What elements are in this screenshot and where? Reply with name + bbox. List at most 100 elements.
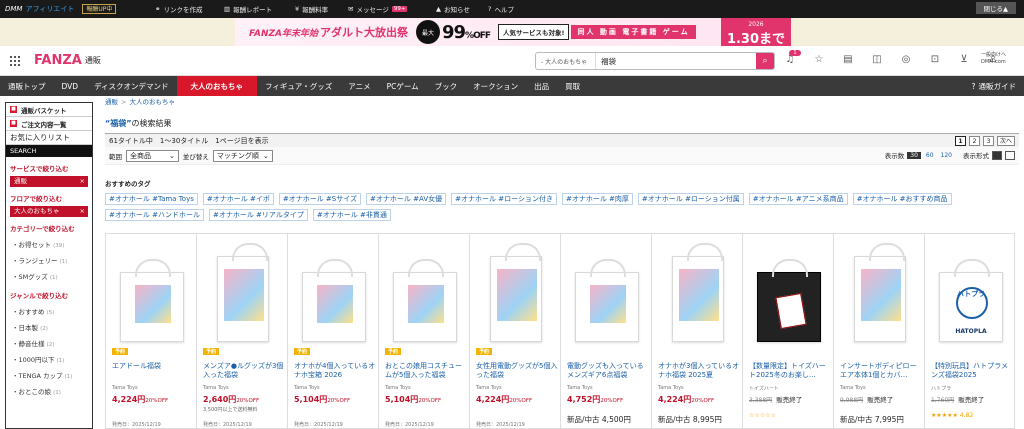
tag-link[interactable]: #オナホール #AV女優 (366, 193, 447, 205)
cart-icon[interactable]: ⊻ (958, 54, 970, 65)
product-title[interactable]: オナホが3個入っているオナホ福袋 2025夏 (658, 362, 740, 381)
tag-link[interactable]: #オナホール #リアルタイプ (208, 209, 308, 221)
help-button[interactable]: ? ヘルプ (488, 4, 514, 14)
product-maker[interactable]: Tama Toys (385, 385, 411, 391)
nav-item-2[interactable]: ディスクオンデマンド (86, 76, 176, 96)
product-card[interactable]: 予約 オナホが4個入っているオナホ宝箱 2026 Tama Toys 5,104円20… (287, 233, 378, 429)
create-link-button[interactable]: ⚭ リンクを作成 (155, 4, 202, 14)
product-card[interactable]: 【数量限定】トイズハート2025冬のお楽し… トイズハート 3,388円 販売終了 ☆☆… (742, 233, 833, 429)
product-title[interactable]: メンズア●ルグッズが3個入った福袋 (203, 362, 285, 381)
product-card[interactable]: インサートボディピローエア本体1個とカバ… Tama Toys 9,988円 販売終了… (833, 233, 924, 429)
product-image[interactable] (480, 242, 552, 342)
product-image[interactable] (389, 242, 461, 342)
nav-item-7[interactable]: ブック (427, 76, 466, 96)
tag-link[interactable]: #オナホール #ローション付属 (637, 193, 744, 205)
product-maker[interactable]: Tama Toys (567, 385, 593, 391)
genre-filter-item[interactable]: ・1000円以下 (1) (6, 351, 92, 367)
report-button[interactable]: ▥ 報酬レポート (224, 4, 272, 14)
tag-link[interactable]: #オナホール #非貫通 (312, 209, 391, 221)
product-title[interactable]: 【数量限定】トイズハート2025冬のお楽し… (749, 362, 831, 381)
close-toolbar-button[interactable]: 閉じる▲ (975, 2, 1016, 14)
product-image[interactable] (753, 242, 825, 342)
per-page-60[interactable]: 60 (924, 152, 936, 159)
order-history-link[interactable]: ■ ご注文内容一覧 (6, 117, 92, 131)
tag-link[interactable]: #オナホール #ローション付き (451, 193, 557, 205)
product-title[interactable]: エアドール福袋 (112, 362, 194, 381)
rankup-badge[interactable]: 報酬UP中 (82, 4, 117, 14)
product-card[interactable]: 電動グッズも入っているメンズギア6点福袋 Tama Toys 4,752円20%OF… (560, 233, 651, 429)
product-maker[interactable]: Tama Toys (203, 385, 229, 391)
product-maker[interactable]: トイズハート (749, 385, 779, 392)
product-card[interactable]: 予約 エアドール福袋 Tama Toys 4,224円20%OFF 発売日：2025/1… (105, 233, 196, 429)
floor-filter-selected[interactable]: 大人のおもちゃ × (10, 206, 88, 217)
service-filter-selected[interactable]: 通販 × (10, 176, 88, 187)
nav-item-8[interactable]: オークション (465, 76, 526, 96)
tag-link[interactable]: #オナホール #おすすめ商品 (852, 193, 952, 205)
category-filter-item[interactable]: ・SMグッズ (1) (6, 268, 92, 284)
bell-icon[interactable]: ♫ 1 (784, 50, 801, 65)
product-card[interactable]: 予約 メンズア●ルグッズが3個入った福袋 Tama Toys 2,640円20%OFF… (196, 233, 287, 429)
tag-link[interactable]: #オナホール #ハンドホール (105, 209, 204, 221)
product-title[interactable]: 女性用電動グッズが5個入った福袋 (476, 362, 558, 381)
list-view-icon[interactable] (1005, 150, 1015, 160)
sort-select[interactable]: マッチング順 ⌄ (212, 149, 273, 162)
search-button[interactable]: ⌕ (756, 53, 774, 69)
product-maker[interactable]: Tama Toys (658, 385, 684, 391)
product-card[interactable]: ハトプラ HATOPLA 【特別玩具】ハトプラメンズ福袋2025 ハトプラ 1,760円… (924, 233, 1015, 429)
page-2[interactable]: 2 (968, 136, 980, 146)
favorites-link[interactable]: お気に入りリスト (6, 131, 92, 145)
product-title[interactable]: 【特別玩具】ハトプラメンズ福袋2025 (931, 362, 1013, 381)
message-button[interactable]: ✉ メッセージ 99+ (348, 4, 408, 14)
nav-item-0[interactable]: 通販トップ (0, 76, 54, 96)
nav-item-6[interactable]: PCゲーム (379, 76, 427, 96)
close-icon[interactable]: × (80, 206, 85, 217)
notice-button[interactable]: ▲ お知らせ (436, 4, 470, 14)
product-maker[interactable]: Tama Toys (476, 385, 502, 391)
search-input[interactable]: 福袋 (596, 56, 756, 67)
search-category-select[interactable]: - 大人のおもちゃ (536, 53, 596, 69)
product-maker[interactable]: Tama Toys (294, 385, 320, 391)
account-switch[interactable]: 一般向けへ DMM.com (981, 52, 1016, 66)
product-image[interactable]: ハトプラ HATOPLA (935, 242, 1007, 342)
basket-link[interactable]: ■ 通販バスケット (6, 103, 92, 117)
breadcrumb-home[interactable]: 通販 (105, 98, 118, 106)
product-title[interactable]: オナホが4個入っているオナホ宝箱 2026 (294, 362, 376, 381)
product-image[interactable] (207, 242, 279, 342)
chat-icon[interactable]: ◫ (871, 54, 883, 65)
category-filter-item[interactable]: ・ランジェリー (1) (6, 252, 92, 268)
tag-link[interactable]: #オナホール #アニメ系商品 (748, 193, 848, 205)
genre-filter-item[interactable]: ・日本製 (2) (6, 319, 92, 335)
lock-icon[interactable]: ⊡ (929, 54, 941, 65)
genre-filter-item[interactable]: ・TENGA カップ (1) (6, 367, 92, 383)
nav-item-1[interactable]: DVD (54, 76, 87, 96)
page-1[interactable]: 1 (954, 136, 966, 146)
genre-filter-item[interactable]: ・静音仕様 (2) (6, 335, 92, 351)
product-maker[interactable]: ハトプラ (931, 385, 951, 392)
product-title[interactable]: 電動グッズも入っているメンズギア6点福袋 (567, 362, 649, 381)
guide-link[interactable]: ? 通販ガイド (972, 76, 1016, 96)
product-image[interactable] (662, 242, 734, 342)
menu-grid-icon[interactable] (10, 55, 20, 66)
grid-view-icon[interactable] (992, 150, 1002, 160)
history-icon[interactable]: ▤ (842, 54, 854, 65)
tag-link[interactable]: #オナホール #肉厚 (561, 193, 633, 205)
product-image[interactable] (844, 242, 916, 342)
per-page-30[interactable]: 30 (907, 151, 921, 159)
next-page-button[interactable]: 次へ (996, 136, 1015, 146)
per-page-120[interactable]: 120 (939, 152, 954, 159)
range-select[interactable]: 全商品 ⌄ (126, 149, 179, 162)
nav-item-10[interactable]: 買取 (557, 76, 588, 96)
product-card[interactable]: オナホが3個入っているオナホ福袋 2025夏 Tama Toys 4,224円20%… (651, 233, 742, 429)
nav-item-9[interactable]: 出品 (526, 76, 557, 96)
product-maker[interactable]: Tama Toys (840, 385, 866, 391)
star-icon[interactable]: ☆ (813, 54, 825, 65)
product-image[interactable] (571, 242, 643, 342)
page-3[interactable]: 3 (982, 136, 994, 146)
nav-item-3[interactable]: 大人のおもちゃ (176, 76, 258, 96)
product-card[interactable]: 予約 女性用電動グッズが5個入った福袋 Tama Toys 4,224円20%OFF 発… (469, 233, 560, 429)
product-image[interactable] (298, 242, 370, 342)
tag-link[interactable]: #オナホール #Tama Toys (105, 193, 198, 205)
genre-filter-item[interactable]: ・おすすめ (5) (6, 303, 92, 319)
promo-banner[interactable]: FANZA年末年始 アダルト大放出祭 最大 99%OFF 人気サービスも対象! … (0, 18, 1024, 46)
tag-link[interactable]: #オナホール #イボ (202, 193, 274, 205)
